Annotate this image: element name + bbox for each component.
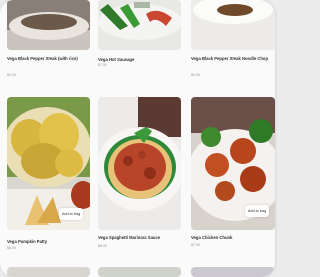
product-title[interactable]: Vega Pumpkin Patty bbox=[7, 239, 90, 244]
product-card[interactable]: Add to bag Vega Chicken Chunk $7.00 bbox=[191, 97, 275, 257]
product-card[interactable]: Vega Hot Sausage $7.50 bbox=[98, 0, 181, 88]
product-image-steak-rice[interactable] bbox=[7, 0, 90, 50]
product-image-steak-noodle[interactable] bbox=[191, 0, 275, 50]
product-title[interactable]: Vega Black Pepper Steak Noodle Chop bbox=[191, 56, 274, 61]
product-card[interactable]: Vega Spaghetti Marinara Sauce $8.00 bbox=[98, 97, 181, 257]
product-card[interactable]: Vega Black Pepper Steak (with rice) $9.0… bbox=[7, 0, 90, 88]
product-price: $7.00 bbox=[191, 243, 200, 247]
add-to-bag-button[interactable]: Add to bag bbox=[59, 208, 83, 220]
product-image[interactable] bbox=[191, 267, 275, 277]
product-card[interactable]: Vega Black Pepper Steak Noodle Chop $9.5… bbox=[191, 0, 275, 88]
product-title[interactable]: Vega Hot Sausage bbox=[98, 57, 181, 62]
product-price: $8.00 bbox=[98, 244, 107, 248]
product-image[interactable] bbox=[7, 267, 90, 277]
product-image[interactable] bbox=[98, 267, 181, 277]
product-title[interactable]: Vega Black Pepper Steak (with rice) bbox=[7, 56, 90, 61]
product-price: $7.50 bbox=[98, 63, 107, 67]
product-title[interactable]: Vega Chicken Chunk bbox=[191, 235, 274, 240]
product-image-hot-sausage[interactable] bbox=[98, 0, 181, 50]
product-title[interactable]: Vega Spaghetti Marinara Sauce bbox=[98, 235, 181, 240]
product-price: $9.00 bbox=[7, 73, 16, 77]
product-price: $9.50 bbox=[191, 73, 200, 77]
product-card[interactable]: Add to bag Vega Pumpkin Patty $6.00 bbox=[7, 97, 90, 257]
add-to-bag-button[interactable]: Add to bag bbox=[245, 205, 269, 217]
product-price: $6.00 bbox=[7, 246, 16, 250]
product-image-spaghetti[interactable] bbox=[98, 97, 181, 230]
product-grid-panel: Vega Black Pepper Steak (with rice) $9.0… bbox=[0, 0, 275, 277]
